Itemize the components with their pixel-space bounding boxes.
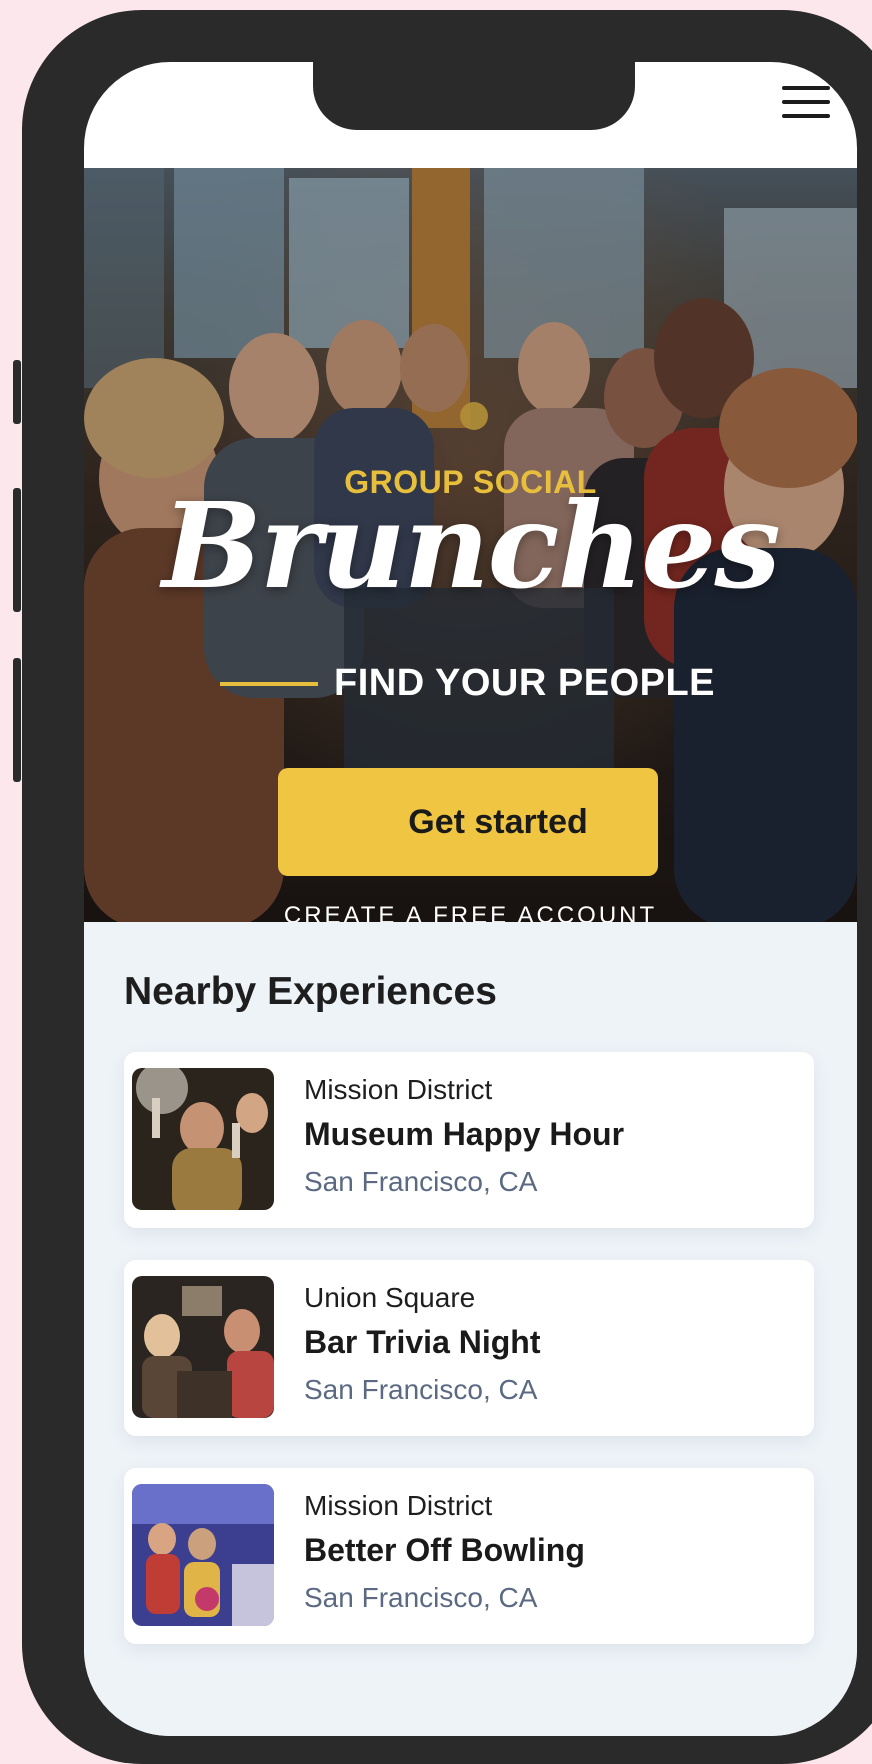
phone-silent-switch	[13, 360, 21, 424]
card-location: San Francisco, CA	[304, 1374, 538, 1405]
card-location: San Francisco, CA	[304, 1582, 538, 1613]
card-title: Museum Happy Hour	[304, 1116, 625, 1152]
phone-volume-up-button	[13, 488, 21, 612]
experience-card[interactable]: Mission District Museum Happy Hour San F…	[124, 1052, 814, 1228]
hero-banner: GROUP SOCIAL Brunches FIND YOUR PEOPLE G…	[84, 168, 857, 922]
phone-screen: GROUP SOCIAL Brunches FIND YOUR PEOPLE G…	[84, 62, 857, 1736]
phone-volume-down-button	[13, 658, 21, 782]
section-title: Nearby Experiences	[124, 970, 497, 1013]
experience-card[interactable]: Union Square Bar Trivia Night San Franci…	[124, 1260, 814, 1436]
get-started-button[interactable]: Get started	[278, 768, 658, 876]
phone-notch	[313, 62, 635, 130]
create-account-caption: CREATE A FREE ACCOUNT	[283, 902, 658, 922]
experience-card[interactable]: Mission District Better Off Bowling San …	[124, 1468, 814, 1644]
card-location: San Francisco, CA	[304, 1166, 538, 1197]
experience-thumbnail	[132, 1276, 274, 1418]
card-neighborhood: Union Square	[304, 1282, 476, 1313]
card-neighborhood: Mission District	[304, 1490, 493, 1521]
hero-subtitle: FIND YOUR PEOPLE	[334, 662, 716, 704]
experience-thumbnail	[132, 1484, 274, 1626]
card-title: Better Off Bowling	[304, 1532, 585, 1568]
hamburger-menu-icon[interactable]	[782, 82, 832, 122]
card-title: Bar Trivia Night	[304, 1324, 541, 1360]
phone-frame: GROUP SOCIAL Brunches FIND YOUR PEOPLE G…	[22, 10, 872, 1764]
card-neighborhood: Mission District	[304, 1074, 493, 1105]
experience-thumbnail	[132, 1068, 274, 1210]
nearby-experiences-section: Nearby Experiences Mission District Muse…	[84, 922, 857, 1736]
hero-title: Brunches	[162, 476, 781, 615]
hero-divider	[220, 682, 318, 686]
